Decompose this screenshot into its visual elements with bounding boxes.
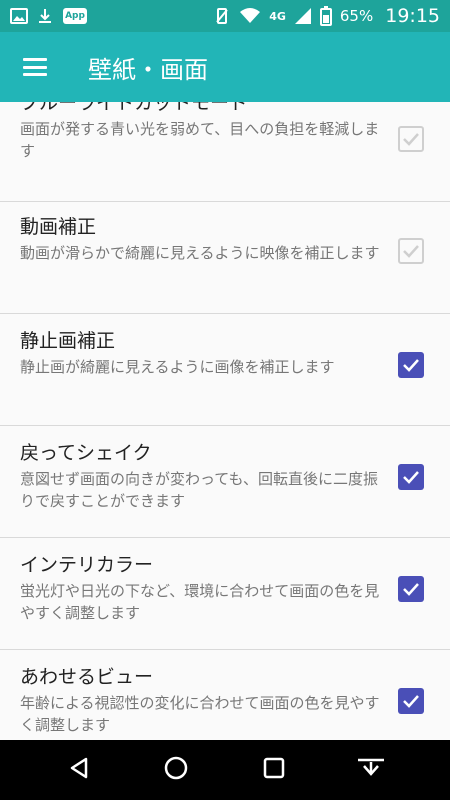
setting-summary: 画面が発する青い光を弱めて、目への負担を軽減します bbox=[20, 120, 380, 160]
blue-light-checkbox[interactable] bbox=[398, 126, 424, 152]
still-image-checkbox[interactable] bbox=[398, 352, 424, 378]
shake-back-checkbox[interactable] bbox=[398, 464, 424, 490]
notification-pull-button[interactable] bbox=[347, 746, 395, 794]
settings-list[interactable]: ブルーライトカットモード 画面が発する青い光を弱めて、目への負担を軽減します 動… bbox=[0, 102, 450, 740]
navigation-bar bbox=[0, 740, 450, 800]
page-title: 壁紙・画面 bbox=[88, 55, 208, 84]
video-correction-checkbox[interactable] bbox=[398, 238, 424, 264]
status-bar: App 4G 65% 19:15 bbox=[0, 0, 450, 32]
setting-video-correction[interactable]: 動画補正 動画が滑らかで綺麗に見えるように映像を補正します bbox=[0, 202, 450, 314]
home-button[interactable] bbox=[152, 746, 200, 794]
app-bar: 壁紙・画面 bbox=[0, 32, 450, 102]
intelli-color-checkbox[interactable] bbox=[398, 576, 424, 602]
download-notification-icon bbox=[36, 7, 54, 25]
notification-pull-icon bbox=[356, 756, 386, 784]
setting-title: インテリカラー bbox=[20, 554, 154, 576]
image-notification-icon bbox=[10, 7, 28, 25]
setting-title: 戻ってシェイク bbox=[20, 442, 152, 464]
wifi-icon bbox=[239, 7, 261, 25]
recents-button[interactable] bbox=[250, 746, 298, 794]
menu-button[interactable] bbox=[0, 32, 70, 102]
hamburger-menu-icon bbox=[23, 58, 47, 76]
setting-title: あわせるビュー bbox=[20, 666, 154, 688]
status-bar-notifications: App bbox=[10, 7, 88, 25]
signal-icon bbox=[294, 7, 312, 25]
setting-intelli-color[interactable]: インテリカラー 蛍光灯や日光の下など、環境に合わせて画面の色を見やすく調整します bbox=[0, 538, 450, 650]
awaseru-view-checkbox[interactable] bbox=[398, 688, 424, 714]
setting-summary: 静止画が綺麗に見えるように画像を補正します bbox=[20, 358, 335, 376]
setting-summary: 蛍光灯や日光の下など、環境に合わせて画面の色を見やすく調整します bbox=[20, 582, 380, 622]
setting-title: ブルーライトカットモード bbox=[20, 102, 249, 114]
setting-shake-back[interactable]: 戻ってシェイク 意図せず画面の向きが変わっても、回転直後に二度振りで戻すことがで… bbox=[0, 426, 450, 538]
setting-title: 動画補正 bbox=[20, 216, 97, 238]
back-button[interactable] bbox=[55, 746, 103, 794]
recents-icon bbox=[263, 757, 285, 783]
setting-awaseru-view[interactable]: あわせるビュー 年齢による視認性の変化に合わせて画面の色を見やすく調整します bbox=[0, 650, 450, 740]
setting-blue-light-cut[interactable]: ブルーライトカットモード 画面が発する青い光を弱めて、目への負担を軽減します bbox=[0, 102, 450, 202]
back-icon bbox=[67, 756, 91, 784]
status-bar-system: 4G 65% 19:15 bbox=[213, 5, 440, 27]
setting-summary: 年齢による視認性の変化に合わせて画面の色を見やすく調整します bbox=[20, 694, 380, 734]
app-notification-icon: App bbox=[62, 7, 88, 25]
network-type-label: 4G bbox=[269, 9, 286, 23]
home-icon bbox=[163, 755, 189, 785]
setting-summary: 動画が滑らかで綺麗に見えるように映像を補正します bbox=[20, 244, 380, 262]
setting-title: 静止画補正 bbox=[20, 330, 116, 352]
clock: 19:15 bbox=[385, 5, 440, 27]
setting-summary: 意図せず画面の向きが変わっても、回転直後に二度振りで戻すことができます bbox=[20, 470, 379, 510]
battery-icon bbox=[319, 6, 332, 26]
battery-percent: 65% bbox=[339, 7, 374, 25]
vibrate-icon bbox=[213, 7, 231, 25]
setting-still-image-correction[interactable]: 静止画補正 静止画が綺麗に見えるように画像を補正します bbox=[0, 314, 450, 426]
